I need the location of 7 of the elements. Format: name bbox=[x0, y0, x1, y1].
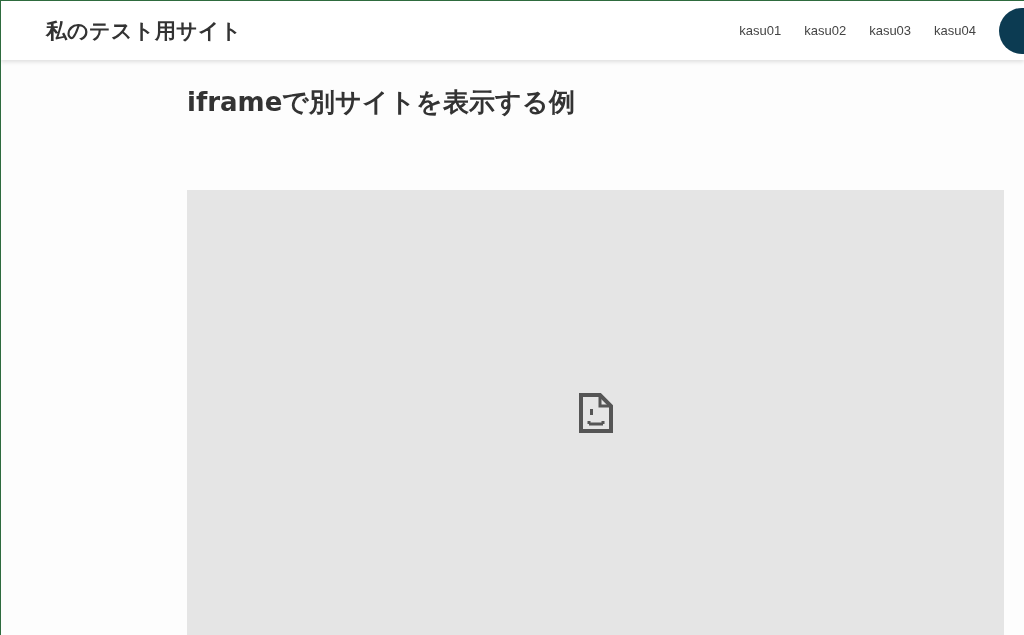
page-heading: iframeで別サイトを表示する例 bbox=[187, 86, 577, 119]
nav-link[interactable]: kasu02 bbox=[804, 23, 847, 38]
nav-link[interactable]: kasu03 bbox=[869, 23, 912, 38]
site-title[interactable]: 私のテスト用サイト bbox=[46, 16, 242, 45]
nav-link[interactable]: kasu01 bbox=[739, 23, 782, 38]
nav-link[interactable]: kasu04 bbox=[934, 23, 976, 38]
broken-page-icon bbox=[577, 391, 614, 434]
